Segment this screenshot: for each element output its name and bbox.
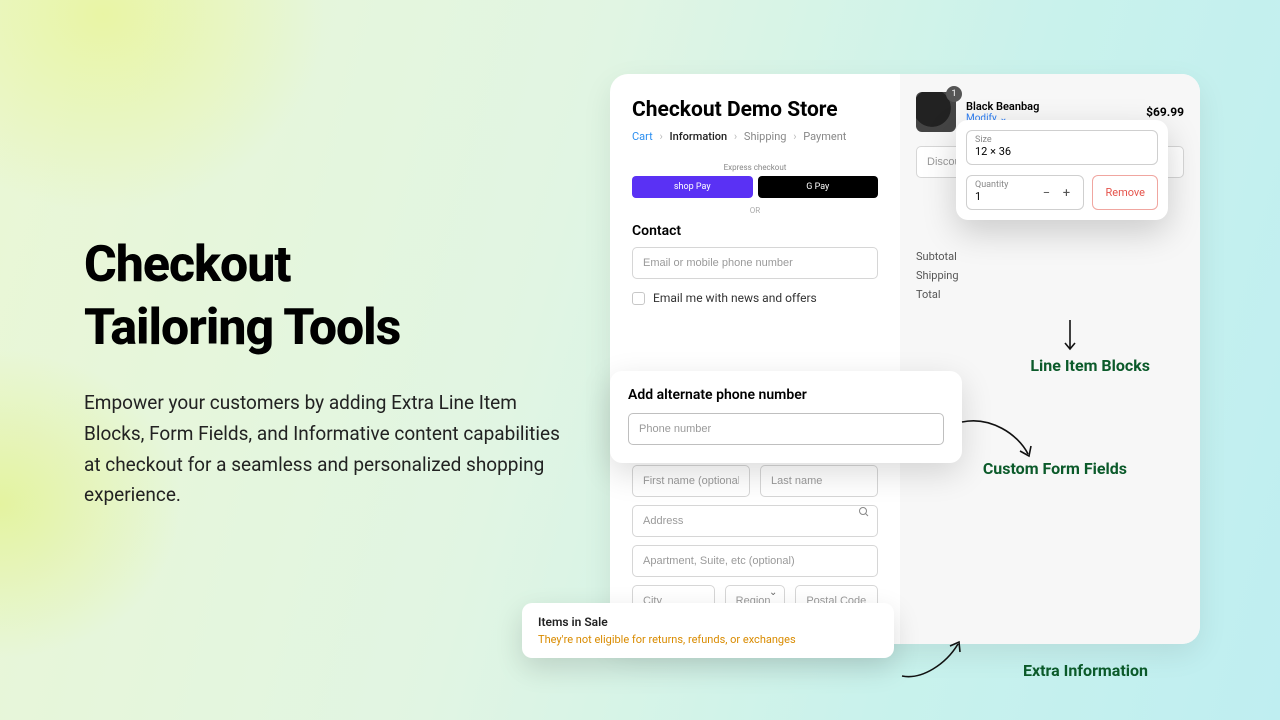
- chevron-down-icon: ⌄: [769, 587, 777, 598]
- crumb-shipping[interactable]: Shipping: [744, 130, 787, 143]
- crumb-payment[interactable]: Payment: [803, 130, 846, 143]
- gpay-button[interactable]: G Pay: [758, 176, 879, 198]
- checkout-main: Checkout Demo Store Cart › Information ›…: [610, 74, 900, 644]
- alt-phone-input[interactable]: [628, 413, 944, 445]
- crumb-cart[interactable]: Cart: [632, 130, 653, 143]
- last-name-input[interactable]: [760, 465, 878, 497]
- qty-badge: 1: [946, 86, 962, 102]
- modify-popover: Size 12 × 36 Quantity 1 − + Remove: [956, 120, 1168, 220]
- or-divider: OR: [632, 206, 878, 215]
- sale-title: Items in Sale: [538, 615, 878, 629]
- minus-icon[interactable]: −: [1039, 186, 1053, 201]
- remove-button[interactable]: Remove: [1092, 175, 1158, 210]
- breadcrumb: Cart › Information › Shipping › Payment: [632, 130, 878, 143]
- crumb-information[interactable]: Information: [670, 130, 728, 143]
- callout-extra-info: Extra Information: [1023, 661, 1148, 680]
- marketing-copy: Checkout Tailoring Tools Empower your cu…: [84, 234, 564, 511]
- arrow-icon: [1062, 320, 1078, 354]
- apartment-input[interactable]: [632, 545, 878, 577]
- arrow-icon: [898, 636, 968, 680]
- email-input[interactable]: [632, 247, 878, 279]
- alt-phone-heading: Add alternate phone number: [628, 387, 944, 403]
- product-price: $69.99: [1146, 105, 1184, 119]
- express-checkout-label: Express checkout: [632, 163, 878, 172]
- page-title: Checkout Tailoring Tools: [84, 234, 564, 360]
- plus-icon[interactable]: +: [1059, 186, 1073, 201]
- shop-pay-button[interactable]: shop Pay: [632, 176, 753, 198]
- quantity-stepper[interactable]: Quantity 1 − +: [966, 175, 1084, 210]
- address-input[interactable]: [632, 505, 878, 537]
- sale-body: They're not eligible for returns, refund…: [538, 633, 878, 646]
- sale-info-card: Items in Sale They're not eligible for r…: [522, 603, 894, 658]
- newsletter-checkbox[interactable]: [632, 292, 645, 305]
- size-field[interactable]: Size 12 × 36: [966, 130, 1158, 165]
- cost-summary: Subtotal Shipping Total: [916, 250, 1184, 301]
- arrow-icon: [960, 416, 1040, 462]
- product-name: Black Beanbag: [966, 100, 1136, 113]
- store-title: Checkout Demo Store: [632, 98, 878, 122]
- product-thumb: 1: [916, 92, 956, 132]
- newsletter-label: Email me with news and offers: [653, 291, 817, 305]
- page-subtitle: Empower your customers by adding Extra L…: [84, 388, 564, 511]
- contact-heading: Contact: [632, 223, 878, 239]
- callout-line-item: Line Item Blocks: [1030, 356, 1150, 375]
- first-name-input[interactable]: [632, 465, 750, 497]
- alt-phone-card: Add alternate phone number: [610, 371, 962, 463]
- search-icon: [858, 506, 870, 518]
